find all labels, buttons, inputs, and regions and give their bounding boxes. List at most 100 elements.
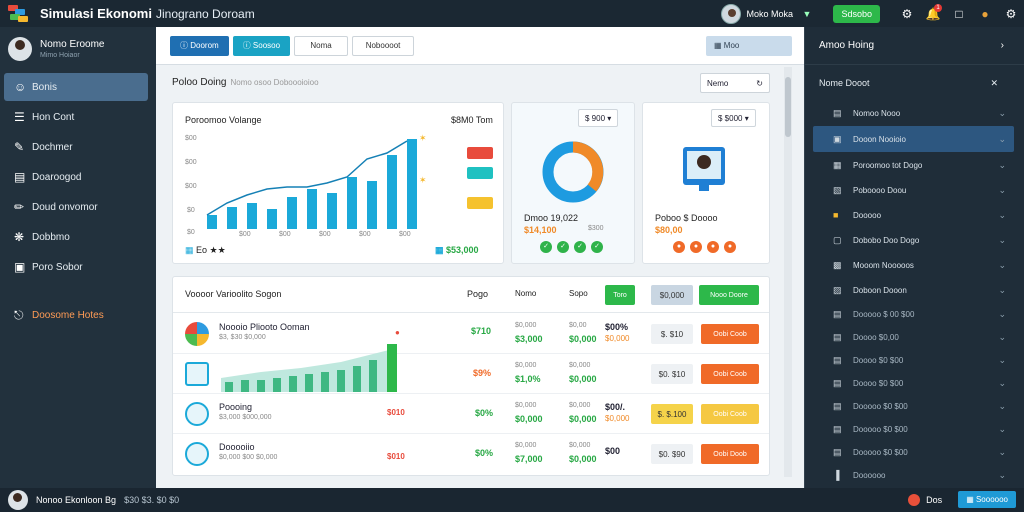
table-row[interactable]: Dooooiio $0,000 $00 $0,000 $010 $0% $0,0…: [173, 434, 769, 474]
toolbar-button-3[interactable]: Noma: [294, 35, 349, 56]
row-box[interactable]: $0. $10: [651, 364, 693, 384]
bottom-action-button[interactable]: ▦ Soooooo: [958, 491, 1016, 508]
right-sidebar-item[interactable]: ▤ Dooooo $ 00 $00 ⌄: [813, 303, 1014, 325]
avatar-icon[interactable]: ●: [972, 7, 998, 21]
record-label: Dos: [926, 494, 943, 505]
check-icon[interactable]: ✓: [557, 241, 569, 253]
header-button-3[interactable]: Nooo Doore: [699, 285, 759, 305]
chevron-down-icon[interactable]: ⌄: [998, 185, 1006, 196]
square-icon[interactable]: □: [946, 7, 972, 21]
row-action-button[interactable]: Oobi Coob: [701, 324, 759, 344]
toolbar-right-button[interactable]: ▦ Moo: [706, 35, 792, 56]
gear-icon[interactable]: ⚙: [998, 7, 1024, 21]
nav-item-doud[interactable]: ✏ Doud onvomor: [4, 193, 148, 221]
scrollbar[interactable]: [784, 67, 792, 477]
toolbar-button-2[interactable]: ⓘ Soosoo: [232, 35, 291, 56]
record-icon[interactable]: [908, 493, 921, 506]
row-box[interactable]: $. $10: [651, 324, 693, 344]
chevron-down-icon[interactable]: ⌄: [998, 332, 1006, 343]
chevron-down-icon[interactable]: ⌄: [998, 355, 1006, 366]
right-sidebar-item[interactable]: ▤ Doooo $0 $00 ⌄: [813, 372, 1014, 394]
chevron-down-icon[interactable]: ⌄: [998, 260, 1006, 271]
col-header[interactable]: Sopo: [569, 289, 588, 298]
col-header[interactable]: Pogo: [467, 289, 488, 299]
avatar-dropdown[interactable]: $ $000 ▾: [711, 109, 756, 127]
chevron-down-icon[interactable]: ⌄: [998, 160, 1006, 171]
nav-item-dochmer[interactable]: ✎ Dochmer: [4, 133, 148, 161]
right-sidebar-item-label: Mooom Nooooos: [853, 260, 914, 270]
scrollbar-thumb[interactable]: [785, 77, 791, 137]
chevron-down-icon[interactable]: ▼: [803, 9, 812, 19]
right-sidebar-item[interactable]: ▧ Poboooo Doou ⌄: [813, 178, 1014, 202]
right-sidebar-item[interactable]: ▩ Mooom Nooooos ⌄: [813, 253, 1014, 277]
chevron-down-icon[interactable]: ⌄: [998, 134, 1006, 145]
person-icon: ☺: [14, 80, 27, 94]
profile[interactable]: Nomo Eroome Mimo Hoiaor: [0, 27, 156, 71]
chevron-down-icon[interactable]: ⌄: [998, 378, 1006, 389]
check-icon[interactable]: ✓: [540, 241, 552, 253]
dot-icon[interactable]: ●: [707, 241, 719, 253]
table-row[interactable]: $9% $0,000 $1,0% $0,000 $0,000 $0. $10 O…: [173, 344, 769, 394]
bottom-text-2: $30 $3. $0 $0: [124, 495, 180, 505]
chevron-down-icon[interactable]: ⌄: [998, 235, 1006, 246]
right-sidebar-item[interactable]: ■ Dooooo ⌄: [813, 203, 1014, 227]
chevron-down-icon[interactable]: ⌄: [998, 424, 1006, 435]
row-box[interactable]: $. $.100: [651, 404, 693, 424]
nav-item-logout[interactable]: ⎋ Doosome Hotes: [4, 301, 148, 329]
right-sidebar-item[interactable]: ▤ Dooooo $0 $00 ⌄: [813, 418, 1014, 440]
user-avatar[interactable]: [720, 3, 741, 24]
row-value: $0,000: [569, 454, 597, 464]
right-sidebar-item[interactable]: ▤ Dooooo $0 $00 ⌄: [813, 395, 1014, 417]
avatar-icon: [697, 155, 711, 169]
row-action-button[interactable]: Oobi Coob: [701, 364, 759, 384]
toolbar-button-4[interactable]: Noboooot: [352, 35, 415, 56]
table-row[interactable]: Poooing $3,000 $000,000 $010 $0% $0,000 …: [173, 394, 769, 434]
right-sidebar-item[interactable]: ▤ Dooooo $0 $00 ⌄: [813, 441, 1014, 463]
bottom-avatar[interactable]: [8, 490, 28, 510]
chevron-down-icon[interactable]: ⌄: [998, 309, 1006, 320]
check-icon[interactable]: ✓: [574, 241, 586, 253]
header-button-2[interactable]: $0,000: [651, 285, 693, 305]
close-icon[interactable]: ✕: [990, 78, 998, 89]
row-action-button[interactable]: Oobi Coob: [701, 404, 759, 424]
chevron-down-icon[interactable]: ⌄: [998, 401, 1006, 412]
chevron-down-icon[interactable]: ⌄: [998, 108, 1006, 119]
refresh-icon[interactable]: ↻: [756, 79, 763, 88]
bell-icon[interactable]: 🔔 1: [920, 3, 946, 21]
chevron-down-icon[interactable]: ⌄: [998, 470, 1006, 481]
dot-icon[interactable]: ●: [724, 241, 736, 253]
cog-icon: ❋: [14, 230, 25, 244]
chevron-down-icon[interactable]: ⌄: [998, 447, 1006, 458]
sort-dropdown[interactable]: Nemo ↻: [700, 73, 770, 93]
nav-item-dobbmo[interactable]: ❋ Dobbmo: [4, 223, 148, 251]
right-sidebar-item[interactable]: ▨ Doboon Dooon ⌄: [813, 278, 1014, 302]
dot-icon[interactable]: ●: [673, 241, 685, 253]
dot-icon[interactable]: ●: [690, 241, 702, 253]
nav-item-hon-cont[interactable]: ☰ Hon Cont: [4, 103, 148, 131]
donut-dropdown[interactable]: $ 900 ▾: [578, 109, 619, 127]
nav-item-bonis[interactable]: ☺ Bonis: [4, 73, 148, 101]
nav-item-doaroogod[interactable]: ▤ Doaroogod: [4, 163, 148, 191]
right-sidebar-item[interactable]: ▤ Doooo $0 $00 ⌄: [813, 349, 1014, 371]
right-sidebar-item[interactable]: ▐ Doooooo ⌄: [813, 464, 1014, 486]
user-name[interactable]: Moko Moka: [747, 9, 797, 19]
chevron-right-icon[interactable]: ›: [1001, 40, 1004, 51]
right-sidebar-item[interactable]: ▢ Dobobo Doo Dogo ⌄: [813, 228, 1014, 252]
toolbar-button-1[interactable]: ⓘ Doorom: [170, 35, 229, 56]
col-header[interactable]: Nomo: [515, 289, 536, 298]
check-icon[interactable]: ✓: [591, 241, 603, 253]
primary-action-button[interactable]: Sdsobo: [833, 4, 880, 23]
right-sidebar-item[interactable]: ▤ Nomoo Nooo ⌄: [813, 101, 1014, 125]
chevron-down-icon[interactable]: ⌄: [998, 210, 1006, 221]
chevron-down-icon[interactable]: ⌄: [998, 285, 1006, 296]
nav-item-poro-sobor[interactable]: ▣ Poro Sobor: [4, 253, 148, 281]
right-sidebar-item[interactable]: ▣ Dooon Nooioio ⌄: [813, 126, 1014, 152]
row-action-button[interactable]: Oobi Doob: [701, 444, 759, 464]
right-sidebar-item[interactable]: ▤ Doooo $0,00 ⌄: [813, 326, 1014, 348]
section-title: Poloo Doing Nomo osoo Doboooioioo: [172, 77, 319, 88]
doc-icon: ▤: [833, 331, 842, 342]
header-button-1[interactable]: Toro: [605, 285, 635, 305]
row-box[interactable]: $0. $90: [651, 444, 693, 464]
right-sidebar-item[interactable]: ▦ Poroomoo tot Dogo ⌄: [813, 153, 1014, 177]
user-icon[interactable]: ⚙: [894, 7, 920, 21]
